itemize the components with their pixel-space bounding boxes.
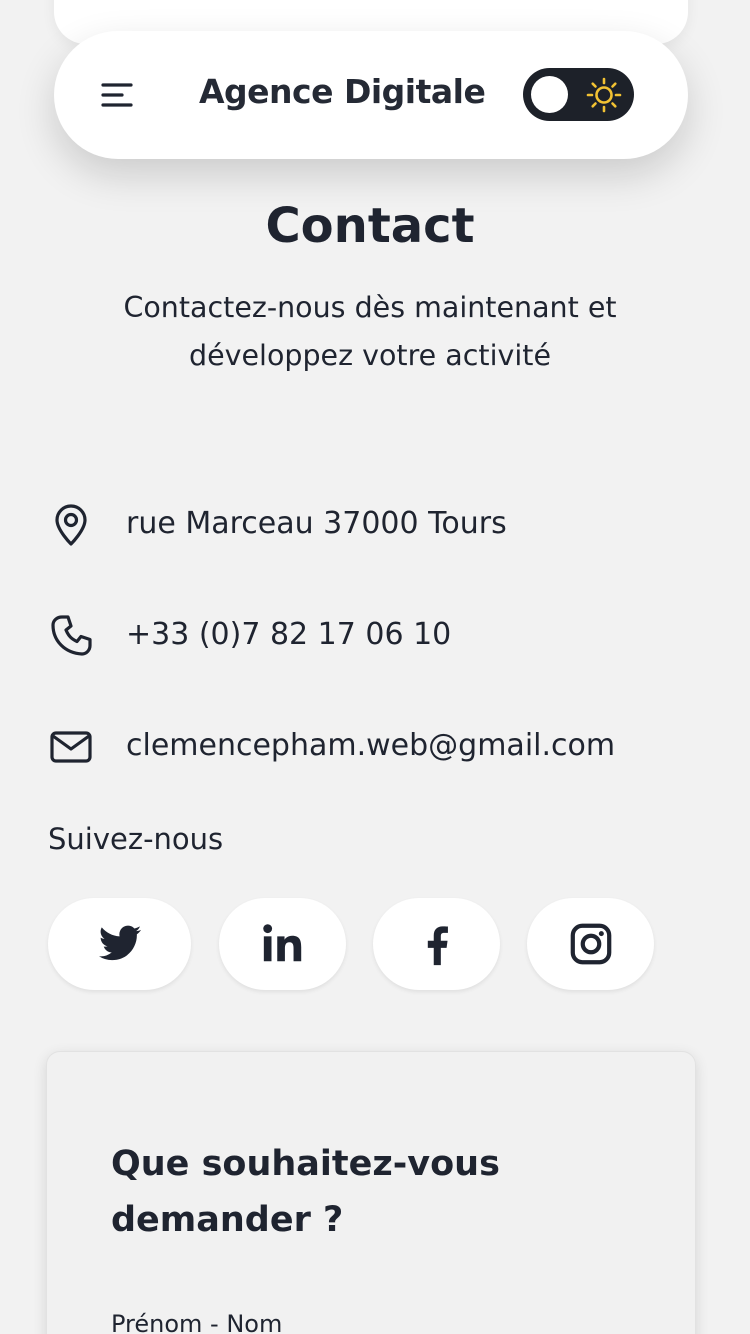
map-pin-icon bbox=[55, 504, 87, 546]
page-subtitle: Contactez-nous dès maintenant et dévelop… bbox=[123, 291, 617, 372]
brand-logo-text[interactable]: Agence Digitale bbox=[199, 72, 486, 111]
follow-us-label: Suivez-nous bbox=[48, 822, 224, 856]
phone-text: +33 (0)7 82 17 06 10 bbox=[126, 617, 452, 652]
linkedin-icon bbox=[262, 924, 301, 962]
theme-toggle[interactable] bbox=[523, 68, 634, 121]
mail-icon bbox=[50, 731, 92, 763]
contact-phone[interactable]: +33 (0)7 82 17 06 10 bbox=[48, 611, 708, 659]
phone-icon bbox=[51, 615, 92, 656]
contact-email[interactable]: clemencepham.web@gmail.com bbox=[48, 722, 708, 770]
sun-icon bbox=[586, 77, 622, 113]
linkedin-link[interactable] bbox=[219, 898, 346, 990]
page-title: Contact bbox=[265, 198, 475, 254]
address-text: rue Marceau 37000 Tours bbox=[126, 506, 507, 541]
email-text: clemencepham.web@gmail.com bbox=[126, 728, 616, 763]
name-field-label: Prénom - Nom bbox=[111, 1310, 283, 1334]
instagram-link[interactable] bbox=[527, 898, 654, 990]
toggle-knob bbox=[531, 76, 568, 113]
menu-button[interactable] bbox=[100, 81, 134, 109]
hamburger-menu-icon bbox=[101, 83, 133, 107]
contact-address: rue Marceau 37000 Tours bbox=[48, 500, 708, 548]
facebook-link[interactable] bbox=[373, 898, 500, 990]
form-heading: Que souhaitez-vous demander ? bbox=[111, 1144, 500, 1240]
facebook-icon bbox=[427, 926, 448, 966]
twitter-link[interactable] bbox=[48, 898, 191, 990]
contact-form-card: Que souhaitez-vous demander ? Prénom - N… bbox=[46, 1051, 696, 1334]
instagram-icon bbox=[570, 923, 611, 965]
twitter-icon bbox=[98, 925, 141, 961]
contact-page: Agence Digitale Contact Contactez-nous d… bbox=[0, 0, 750, 1334]
